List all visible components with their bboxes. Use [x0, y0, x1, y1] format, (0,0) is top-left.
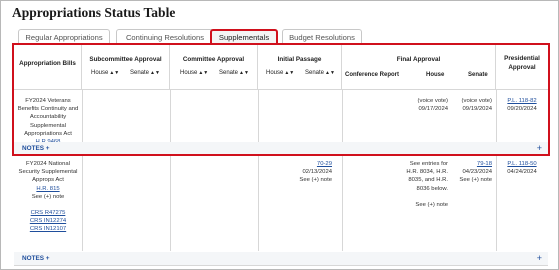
final-house-value: See entries for H.R. 8034, H.R. 8035, an…	[392, 160, 448, 209]
sort-icon: ▲▼	[284, 70, 295, 76]
header-initial-passage-label: Initial Passage	[277, 56, 322, 63]
tab-continuing-resolutions[interactable]: Continuing Resolutions	[116, 29, 214, 45]
vote-link[interactable]: 70-29	[286, 160, 332, 168]
vote-link[interactable]: 79-18	[450, 160, 492, 168]
bill-title: FY2024 National Security Supplemental Ap…	[14, 160, 82, 234]
committee-senate-sort[interactable]: Senate▲▼	[219, 70, 249, 76]
tab-budget-resolutions[interactable]: Budget Resolutions	[282, 29, 362, 45]
final-conference-report: Conference Report	[345, 72, 400, 78]
notes-label[interactable]: NOTES +	[22, 255, 50, 262]
sort-icon: ▲▼	[325, 70, 335, 76]
page-title: Appropriations Status Table	[12, 5, 176, 20]
col-divider	[342, 156, 343, 251]
col-divider	[342, 89, 343, 142]
final-senate-value: 79-18 04/23/2024 See (+) note	[450, 160, 492, 185]
final-house: House	[426, 72, 445, 78]
header-presidential-approval: Presidential Approval	[496, 45, 548, 89]
expand-plus-icon[interactable]: +	[537, 143, 542, 153]
col-divider	[82, 156, 83, 251]
crs-report-link[interactable]: CRS IN12274	[14, 217, 82, 225]
tab-regular-appropriations[interactable]: Regular Appropriations	[18, 29, 110, 45]
bill-link[interactable]: H.R. 815	[14, 185, 82, 193]
sort-icon: ▲▼	[198, 70, 209, 76]
notes-label[interactable]: NOTES +	[22, 145, 50, 152]
header-appropriation-bills: Appropriation Bills	[14, 45, 82, 89]
notes-toggle-bar[interactable]: NOTES + +	[14, 252, 548, 265]
header-final-approval-label: Final Approval	[396, 56, 441, 63]
row-divider	[14, 155, 548, 156]
header-subcommittee-approval: Subcommittee Approval House▲▼ Senate▲▼	[82, 45, 170, 89]
subcommittee-house-sort[interactable]: House▲▼	[91, 70, 119, 76]
subcommittee-senate-sort[interactable]: Senate▲▼	[130, 70, 160, 76]
row-divider	[14, 265, 548, 266]
header-committee-approval: Committee Approval House▲▼ Senate▲▼	[170, 45, 258, 89]
final-house-value: (voice vote) 09/17/2024	[417, 98, 448, 113]
header-subcommittee-label: Subcommittee Approval	[89, 56, 162, 63]
col-divider	[170, 156, 171, 251]
initial-senate-sort[interactable]: Senate▲▼	[305, 70, 335, 76]
col-divider	[258, 156, 259, 251]
initial-senate-value: 70-29 02/13/2024 See (+) note	[286, 160, 332, 185]
header-initial-passage: Initial Passage House▲▼ Senate▲▼	[258, 45, 342, 89]
col-divider	[82, 89, 83, 142]
final-senate-value: (voice vote) 09/19/2024	[461, 98, 492, 113]
header-appropriation-bills-label: Appropriation Bills	[19, 60, 76, 67]
sort-icon: ▲▼	[239, 70, 249, 76]
notes-toggle-bar[interactable]: NOTES + +	[14, 142, 548, 155]
col-divider	[170, 89, 171, 142]
header-divider	[14, 89, 548, 90]
header-presidential-label: Presidential Approval	[504, 55, 540, 71]
crs-report-link[interactable]: CRS R47275	[14, 209, 82, 217]
public-law-link[interactable]: P.L. 118-82	[496, 97, 548, 105]
page-frame: Appropriations Status Table Regular Appr…	[0, 0, 559, 270]
committee-house-sort[interactable]: House▲▼	[180, 70, 208, 76]
presidential-value: P.L. 118-50 04/24/2024	[496, 160, 548, 176]
header-committee-label: Committee Approval	[182, 56, 245, 63]
header-final-approval: Final Approval Conference Report House S…	[342, 45, 496, 89]
col-divider	[258, 89, 259, 142]
public-law-link[interactable]: P.L. 118-50	[496, 160, 548, 168]
tab-supplementals[interactable]: Supplementals	[210, 29, 278, 45]
initial-house-sort[interactable]: House▲▼	[266, 70, 294, 76]
crs-report-link[interactable]: CRS IN12107	[14, 225, 82, 233]
final-senate: Senate	[468, 72, 488, 78]
bill-title: FY2024 Veterans Benefits Continuity and …	[14, 97, 82, 146]
sort-icon: ▲▼	[150, 70, 160, 76]
presidential-value: P.L. 118-82 09/20/2024	[496, 97, 548, 113]
sort-icon: ▲▼	[109, 70, 120, 76]
expand-plus-icon[interactable]: +	[537, 253, 542, 263]
